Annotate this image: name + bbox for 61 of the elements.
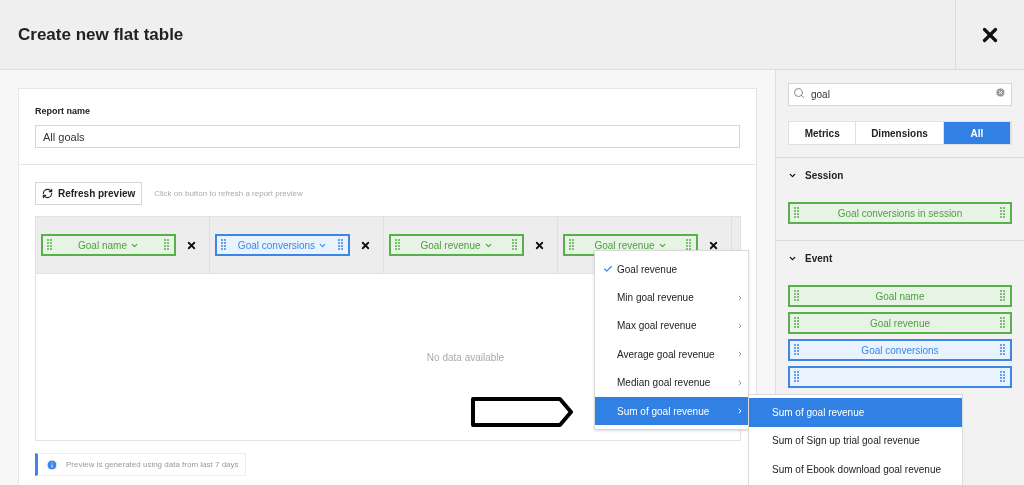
submenu-item[interactable]: Sum of Ebook download goal revenue <box>749 455 962 484</box>
menu-item[interactable]: Goal revenue <box>595 255 748 284</box>
drag-handle-icon[interactable] <box>47 239 53 251</box>
filter-tab[interactable]: All <box>943 122 1011 144</box>
menu-item[interactable]: Max goal revenue <box>595 311 748 341</box>
chip-label: Goal revenue <box>594 238 655 253</box>
drag-handle-icon[interactable] <box>1000 207 1006 219</box>
chip-label: Goal name <box>78 238 127 253</box>
drag-handle-icon[interactable] <box>164 239 170 251</box>
chevron-icon <box>736 321 744 330</box>
menu-item[interactable]: Min goal revenue <box>595 283 748 312</box>
remove-column-icon[interactable] <box>360 239 371 251</box>
drag-handle-icon[interactable] <box>395 239 401 251</box>
empty-message: No data available <box>426 350 505 365</box>
chip-label: Goal conversions <box>861 343 939 358</box>
drag-handle-icon[interactable] <box>512 239 518 251</box>
refresh-preview-button[interactable]: Refresh preview <box>35 182 143 205</box>
drag-handle-icon[interactable] <box>794 290 800 302</box>
drag-handle-icon[interactable] <box>1000 371 1006 383</box>
drag-handle-icon[interactable] <box>221 239 227 251</box>
drag-handle-icon[interactable] <box>794 371 800 383</box>
drag-handle-icon[interactable] <box>794 344 800 356</box>
menu-item[interactable]: Median goal revenue <box>595 368 748 397</box>
field-chip[interactable] <box>788 366 1012 388</box>
info-icon <box>46 458 58 471</box>
dialog-title: Create new flat table <box>18 23 185 46</box>
clear-icon[interactable] <box>995 87 1006 98</box>
chip-label: Goal revenue <box>869 316 930 331</box>
chip-label: Goal name <box>875 289 925 304</box>
drag-handle-icon[interactable] <box>686 239 692 251</box>
check-icon <box>603 264 613 275</box>
remove-column-icon[interactable] <box>534 239 545 251</box>
field-label: Report name <box>35 105 91 118</box>
drag-handle-icon[interactable] <box>1000 344 1006 356</box>
info-text: Preview is generated using data from last 7 days <box>66 458 239 471</box>
drag-handle-icon[interactable] <box>569 239 575 251</box>
chip-label: Goal conversions in session <box>837 206 963 221</box>
refresh-icon <box>42 188 53 199</box>
chip-label: Goal conversions <box>237 238 316 253</box>
refresh-hint: Click on button to refresh a report preview <box>154 187 303 200</box>
chevron-icon <box>736 378 744 387</box>
chevron-icon <box>736 350 744 359</box>
submenu-item[interactable]: Sum of goal revenue <box>749 398 962 427</box>
drag-handle-icon[interactable] <box>794 317 800 329</box>
chevron-icon <box>736 293 744 302</box>
drag-handle-icon[interactable] <box>794 207 800 219</box>
search-field[interactable]: goal <box>788 83 1012 106</box>
menu-item[interactable]: Sum of goal revenue <box>595 396 748 426</box>
drag-handle-icon[interactable] <box>1000 290 1006 302</box>
submenu-item[interactable]: Sum of Sign up trial goal revenue <box>749 426 962 455</box>
group-header[interactable]: Event <box>788 251 1012 265</box>
chevron-icon <box>736 407 744 416</box>
drag-handle-icon[interactable] <box>1000 317 1006 329</box>
drag-handle-icon[interactable] <box>338 239 344 251</box>
report-name-field[interactable]: All goals <box>35 125 740 148</box>
search-icon <box>793 87 805 99</box>
remove-column-icon[interactable] <box>708 239 719 251</box>
group-header[interactable]: Session <box>788 168 1012 182</box>
remove-column-icon[interactable] <box>186 239 197 251</box>
chip-label: Goal revenue <box>420 238 481 253</box>
menu-item[interactable]: Average goal revenue <box>595 340 748 369</box>
